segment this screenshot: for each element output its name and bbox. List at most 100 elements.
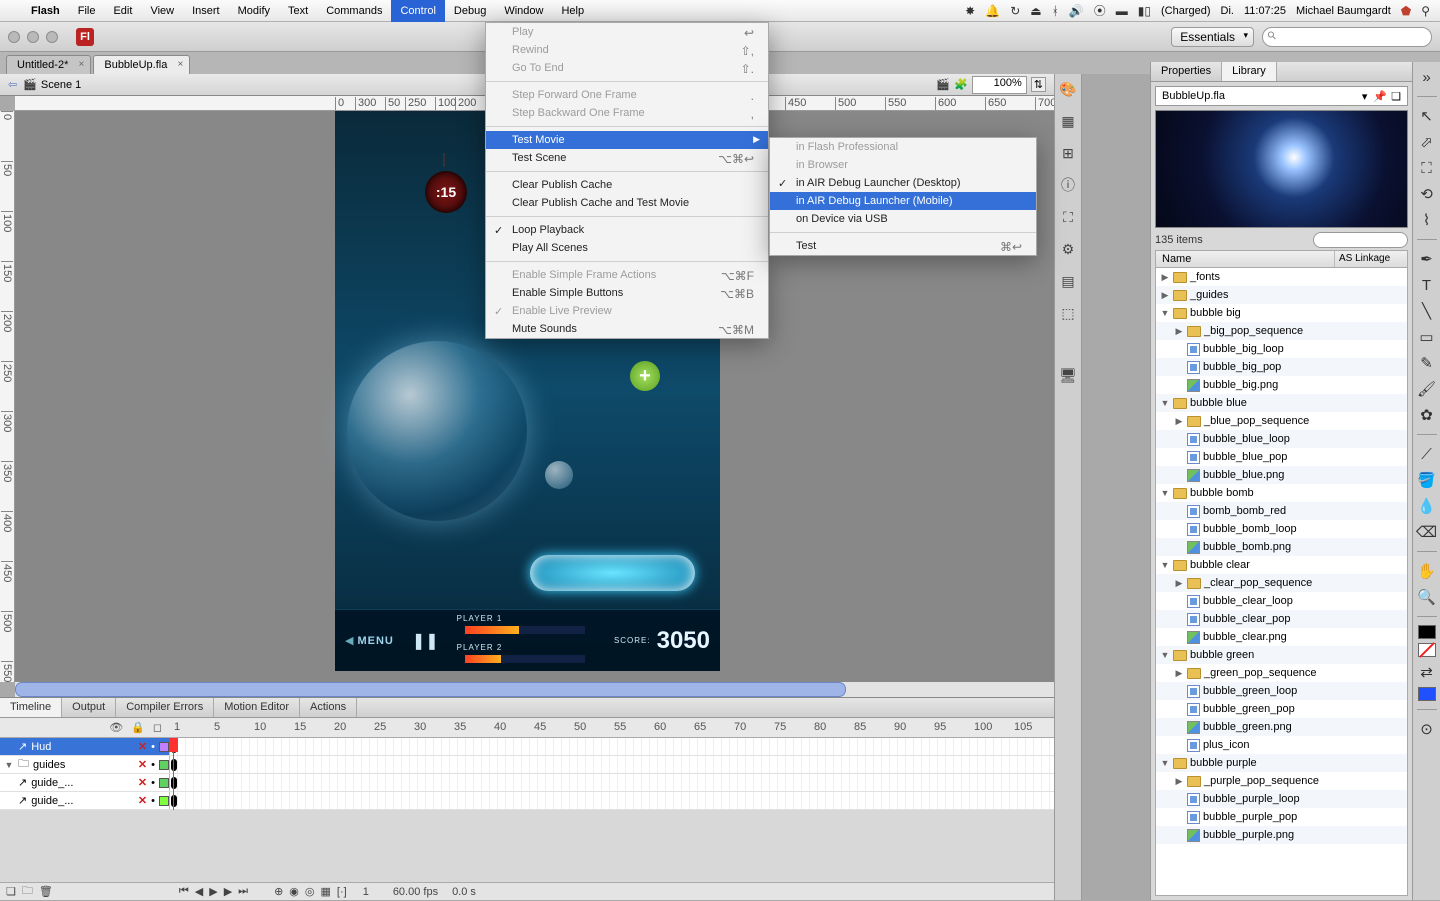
library-tree[interactable]: ▶_fonts▶_guides▼bubble big▶_big_pop_sequ… [1155, 268, 1408, 896]
align-panel-icon[interactable]: ⊞ [1057, 142, 1079, 164]
menu-item-on-device-via-usb[interactable]: on Device via USB [770, 210, 1036, 228]
close-tab-icon[interactable]: × [178, 59, 184, 70]
library-item[interactable]: bomb_bomb_red [1156, 502, 1407, 520]
project-panel-icon[interactable]: 🖥 [1057, 364, 1079, 386]
onion-outline-icon[interactable]: ◎ [305, 885, 315, 898]
library-columns-header[interactable]: Name AS Linkage [1155, 250, 1408, 268]
pen-tool-icon[interactable]: ✒ [1416, 248, 1438, 270]
column-linkage[interactable]: AS Linkage [1335, 251, 1407, 267]
3d-rotation-tool-icon[interactable]: ⟲ [1416, 183, 1438, 205]
library-item[interactable]: bubble_purple_pop [1156, 808, 1407, 826]
menu-help[interactable]: Help [552, 0, 593, 22]
paint-bucket-tool-icon[interactable]: 🪣 [1416, 469, 1438, 491]
library-item[interactable]: bubble_bomb.png [1156, 538, 1407, 556]
pin-library-icon[interactable]: 📌 [1373, 90, 1387, 103]
menu-item-test-scene[interactable]: Test Scene⌥⌘↩ [486, 149, 768, 167]
edit-multiple-icon[interactable]: ▦ [321, 885, 331, 898]
help-search-input[interactable] [1262, 27, 1432, 47]
library-item[interactable]: ▼bubble blue [1156, 394, 1407, 412]
library-item[interactable]: ▼bubble big [1156, 304, 1407, 322]
step-back-icon[interactable]: ◀ [195, 885, 203, 898]
library-item[interactable]: bubble_purple.png [1156, 826, 1407, 844]
fill-color-swatch[interactable] [1418, 687, 1436, 701]
status-flag-icon[interactable]: ▬ [1116, 4, 1128, 18]
library-item[interactable]: bubble_bomb_loop [1156, 520, 1407, 538]
menu-debug[interactable]: Debug [445, 0, 495, 22]
timeline-tab-output[interactable]: Output [62, 698, 116, 717]
edit-symbol-icon[interactable]: 🧩 [954, 78, 968, 91]
library-item[interactable]: ▶_blue_pop_sequence [1156, 412, 1407, 430]
status-volume-icon[interactable]: 🔊 [1069, 4, 1084, 18]
menu-item-enable-simple-buttons[interactable]: Enable Simple Buttons⌥⌘B [486, 284, 768, 302]
library-item[interactable]: ▼bubble clear [1156, 556, 1407, 574]
status-sync-icon[interactable]: ↻ [1010, 4, 1020, 18]
library-item[interactable]: bubble_green.png [1156, 718, 1407, 736]
step-fwd-icon[interactable]: ▶ [224, 885, 232, 898]
transform-panel-icon[interactable]: ⛶ [1057, 206, 1079, 228]
edit-scene-icon[interactable]: 🎬 [936, 78, 950, 91]
menu-commands[interactable]: Commands [317, 0, 391, 22]
timeline-tab-actions[interactable]: Actions [300, 698, 357, 717]
menu-modify[interactable]: Modify [229, 0, 279, 22]
status-shield-icon[interactable]: ⬟ [1401, 4, 1411, 18]
hand-tool-icon[interactable]: ✋ [1416, 560, 1438, 582]
fill-color-none[interactable] [1418, 643, 1436, 657]
menu-item-in-air-debug-launcher-mobile-[interactable]: in AIR Debug Launcher (Mobile) [770, 192, 1036, 210]
library-item[interactable]: ▶_clear_pop_sequence [1156, 574, 1407, 592]
modify-markers-icon[interactable]: [·] [337, 886, 347, 898]
library-item[interactable]: ▶_purple_pop_sequence [1156, 772, 1407, 790]
library-item[interactable]: bubble_big.png [1156, 376, 1407, 394]
new-layer-icon[interactable]: ❏ [6, 885, 16, 898]
new-folder-icon[interactable]: 🗀 [22, 882, 33, 901]
menu-item-loop-playback[interactable]: Loop Playback [486, 221, 768, 239]
menu-item-test-movie[interactable]: Test Movie [486, 131, 768, 149]
components-panel-icon[interactable]: ▤ [1057, 270, 1079, 292]
zoom-stepper[interactable]: ⇅ [1031, 77, 1046, 92]
brush-tool-icon[interactable]: 🖌 [1416, 378, 1438, 400]
line-tool-icon[interactable]: ╲ [1416, 300, 1438, 322]
menu-control[interactable]: Control [391, 0, 444, 22]
menu-window[interactable]: Window [495, 0, 552, 22]
menu-insert[interactable]: Insert [183, 0, 229, 22]
status-user[interactable]: Michael Baumgardt [1296, 5, 1391, 17]
menu-text[interactable]: Text [279, 0, 317, 22]
free-transform-tool-icon[interactable]: ⛶ [1416, 157, 1438, 179]
status-wifi-icon[interactable]: ⦿ [1094, 2, 1106, 19]
library-item[interactable]: ▼bubble green [1156, 646, 1407, 664]
new-library-icon[interactable]: ❏ [1391, 90, 1401, 103]
library-item[interactable]: ▼bubble bomb [1156, 484, 1407, 502]
library-item[interactable]: bubble_green_loop [1156, 682, 1407, 700]
scene-name[interactable]: Scene 1 [41, 79, 81, 91]
deco-tool-icon[interactable]: ✿ [1416, 404, 1438, 426]
timeline-tab-motion-editor[interactable]: Motion Editor [214, 698, 300, 717]
menu-file[interactable]: File [69, 0, 105, 22]
eraser-tool-icon[interactable]: ⌫ [1416, 521, 1438, 543]
document-tab[interactable]: BubbleUp.fla× [93, 55, 190, 74]
library-item[interactable]: bubble_clear_loop [1156, 592, 1407, 610]
subselection-tool-icon[interactable]: ⬀ [1416, 131, 1438, 153]
document-tab[interactable]: Untitled-2*× [6, 55, 91, 74]
library-item[interactable]: bubble_big_loop [1156, 340, 1407, 358]
menu-item-mute-sounds[interactable]: Mute Sounds⌥⌘M [486, 320, 768, 338]
tools-panel-icon[interactable]: 🎨 [1057, 78, 1079, 100]
zoom-tool-icon[interactable]: 🔍 [1416, 586, 1438, 608]
play-icon[interactable]: ▶ [209, 885, 217, 898]
timeline-tab-timeline[interactable]: Timeline [0, 698, 62, 717]
menu-item-clear-publish-cache[interactable]: Clear Publish Cache [486, 176, 768, 194]
library-item[interactable]: bubble_blue_loop [1156, 430, 1407, 448]
library-item[interactable]: bubble_green_pop [1156, 700, 1407, 718]
frame-ruler[interactable]: 1510152025303540455055606570758085909510… [170, 718, 1054, 737]
workspace-switcher[interactable]: Essentials [1171, 27, 1254, 47]
menu-item-in-air-debug-launcher-desktop-[interactable]: in AIR Debug Launcher (Desktop) [770, 174, 1036, 192]
timeline-tab-compiler-errors[interactable]: Compiler Errors [116, 698, 214, 717]
close-tab-icon[interactable]: × [79, 59, 85, 70]
text-tool-icon[interactable]: T [1416, 274, 1438, 296]
menu-app[interactable]: Flash [22, 0, 69, 22]
timeline-layer-row[interactable]: ↗ guide_...✕• [0, 774, 1054, 792]
library-item[interactable]: ▶_guides [1156, 286, 1407, 304]
stage-scrollbar-h[interactable] [15, 682, 1054, 697]
library-item[interactable]: bubble_big_pop [1156, 358, 1407, 376]
column-name[interactable]: Name [1156, 251, 1335, 267]
spotlight-icon[interactable]: ⚲ [1421, 4, 1430, 18]
eyedropper-tool-icon[interactable]: 💧 [1416, 495, 1438, 517]
